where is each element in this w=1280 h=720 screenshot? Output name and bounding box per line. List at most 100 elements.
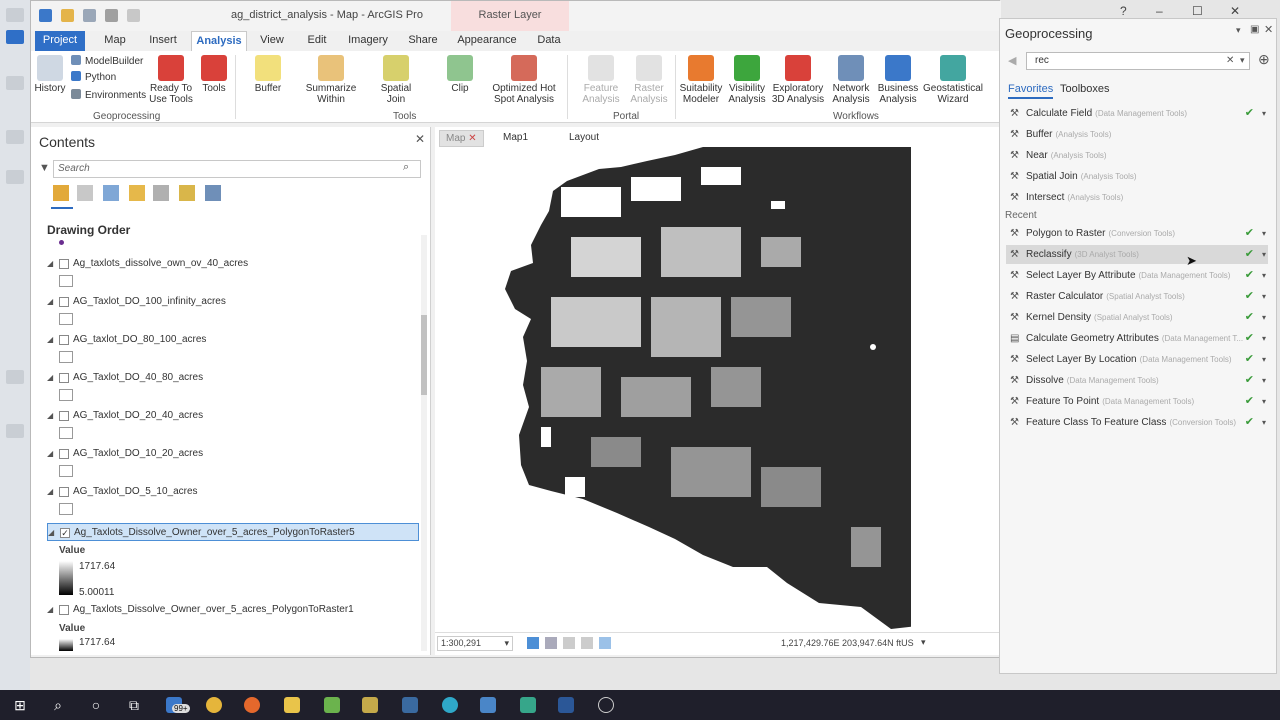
context-tab-raster-layer[interactable]: Raster Layer: [451, 1, 569, 31]
expand-icon[interactable]: ◢: [47, 293, 57, 311]
layer-item[interactable]: ◢ AG_Taxlot_DO_5_10_acres: [47, 483, 419, 501]
layer-visibility-checkbox[interactable]: [59, 605, 69, 615]
app-icon[interactable]: [324, 697, 340, 713]
chevron-down-icon[interactable]: ▾: [1262, 329, 1266, 348]
back-icon[interactable]: ◀: [1008, 54, 1016, 67]
tab-analysis[interactable]: Analysis: [191, 31, 247, 51]
tool-item[interactable]: ⚒ Buffer (Analysis Tools): [1006, 125, 1268, 144]
scroll-thumb[interactable]: [421, 315, 427, 395]
map-tab-layout[interactable]: Layout: [563, 130, 605, 147]
close-icon[interactable]: ✕: [415, 132, 425, 146]
chevron-down-icon[interactable]: ▾: [1262, 245, 1266, 264]
arcgis-icon[interactable]: [402, 697, 418, 713]
python-button[interactable]: Python: [71, 71, 116, 85]
app-icon[interactable]: [362, 697, 378, 713]
map-canvas[interactable]: [471, 147, 911, 629]
layer-symbol[interactable]: [59, 351, 73, 363]
maximize-icon[interactable]: ☐: [1192, 4, 1203, 18]
tab-data[interactable]: Data: [529, 31, 569, 51]
visibility-analysis-button[interactable]: Visibility Analysis: [725, 55, 769, 105]
tool-item[interactable]: ⚒ Polygon to Raster (Conversion Tools) ✔ ▾: [1006, 224, 1268, 243]
tool-item[interactable]: ▤ Calculate Geometry Attributes (Data Mana…: [1006, 329, 1268, 348]
layer-symbol[interactable]: [59, 465, 73, 477]
chevron-down-icon[interactable]: ▾: [1262, 266, 1266, 285]
tab-project[interactable]: Project: [35, 31, 85, 51]
undo-icon[interactable]: [105, 9, 118, 22]
chevron-down-icon[interactable]: ▾: [1262, 392, 1266, 411]
fixed-zoom-icon[interactable]: [545, 637, 557, 649]
windows-start-icon[interactable]: ⊞: [12, 697, 28, 713]
spatial-join-button[interactable]: Spatial Join: [371, 55, 421, 105]
pan-icon[interactable]: [581, 637, 593, 649]
tab-appearance[interactable]: Appearance: [453, 31, 521, 51]
layer-item[interactable]: ◢ Ag_Taxlots_Dissolve_Owner_over_5_acres_…: [47, 601, 419, 619]
ready-to-use-tools-button[interactable]: Ready To Use Tools: [147, 55, 195, 105]
word-icon[interactable]: [558, 697, 574, 713]
tool-item[interactable]: ⚒ Feature To Point (Data Management Tools)…: [1006, 392, 1268, 411]
feature-analysis-button[interactable]: Feature Analysis: [579, 55, 623, 105]
chevron-down-icon[interactable]: ▾: [1262, 413, 1266, 432]
expand-icon[interactable]: ◢: [47, 255, 57, 273]
grid-icon[interactable]: [527, 637, 539, 649]
layer-item-selected[interactable]: ◢ ✓ Ag_Taxlots_Dissolve_Owner_over_5_acres…: [47, 523, 419, 541]
chevron-down-icon[interactable]: ▾: [1262, 308, 1266, 327]
buffer-button[interactable]: Buffer: [247, 55, 289, 94]
history-button[interactable]: History: [33, 55, 67, 94]
tool-item[interactable]: ⚒ Dissolve (Data Management Tools) ✔ ▾: [1006, 371, 1268, 390]
summarize-within-button[interactable]: Summarize Within: [303, 55, 359, 105]
list-by-perspective-icon[interactable]: [205, 185, 221, 201]
layer-item[interactable]: ◢ AG_taxlot_DO_80_100_acres: [47, 331, 419, 349]
chevron-down-icon[interactable]: ▾: [1236, 25, 1241, 36]
chevron-down-icon[interactable]: ▾: [1262, 371, 1266, 390]
exploratory-3d-button[interactable]: Exploratory 3D Analysis: [771, 55, 825, 105]
app-icon[interactable]: [520, 697, 536, 713]
list-by-selection-icon[interactable]: [103, 185, 119, 201]
pause-draw-icon[interactable]: [599, 637, 611, 649]
tool-item[interactable]: ⚒ Kernel Density (Spatial Analyst Tools) ✔ ▾: [1006, 308, 1268, 327]
layer-visibility-checkbox[interactable]: [59, 487, 69, 497]
tool-item[interactable]: ⚒ Feature Class To Feature Class (Conversi…: [1006, 413, 1268, 432]
chevron-down-icon[interactable]: ▾: [1262, 224, 1266, 243]
tab-imagery[interactable]: Imagery: [343, 31, 393, 51]
layer-visibility-checkbox[interactable]: [59, 259, 69, 269]
add-icon[interactable]: ⊕: [1258, 51, 1270, 68]
layer-visibility-checkbox[interactable]: [59, 449, 69, 459]
color-ramp[interactable]: [59, 561, 73, 595]
tool-item-highlighted[interactable]: ⚒ Reclassify (3D Analyst Tools) ✔ ▾: [1006, 245, 1268, 264]
tab-toolboxes[interactable]: Toolboxes: [1060, 83, 1110, 95]
tool-item[interactable]: ⚒ Spatial Join (Analysis Tools): [1006, 167, 1268, 186]
expand-icon[interactable]: ◢: [48, 524, 58, 542]
layer-symbol[interactable]: [59, 389, 73, 401]
tool-item[interactable]: ⚒ Intersect (Analysis Tools): [1006, 188, 1268, 207]
expand-icon[interactable]: ◢: [47, 483, 57, 501]
clip-button[interactable]: Clip: [441, 55, 479, 94]
search-icon[interactable]: ⌕: [50, 697, 66, 713]
cortana-icon[interactable]: ○: [88, 697, 104, 713]
suitability-modeler-button[interactable]: Suitability Modeler: [679, 55, 723, 105]
chevron-down-icon[interactable]: ▾: [1262, 287, 1266, 306]
business-analysis-button[interactable]: Business Analysis: [875, 55, 921, 105]
edge-icon[interactable]: [442, 697, 458, 713]
map-tab-map1[interactable]: Map1: [497, 130, 534, 147]
filter-icon[interactable]: ▼: [39, 162, 50, 174]
tool-item[interactable]: ⚒ Raster Calculator (Spatial Analyst Tools…: [1006, 287, 1268, 306]
chevron-down-icon[interactable]: ▾: [1262, 350, 1266, 369]
list-by-snapping-icon[interactable]: [153, 185, 169, 201]
contents-search-input[interactable]: Search: [53, 160, 421, 178]
tool-item[interactable]: ⚒ Select Layer By Location (Data Managemen…: [1006, 350, 1268, 369]
tab-favorites[interactable]: Favorites: [1008, 83, 1054, 99]
layer-visibility-checkbox[interactable]: [59, 411, 69, 421]
layer-visibility-checkbox[interactable]: [59, 297, 69, 307]
task-view-icon[interactable]: ⧉: [126, 697, 142, 713]
expand-icon[interactable]: ◢: [47, 601, 57, 619]
close-icon[interactable]: ✕: [468, 133, 476, 144]
app-icon[interactable]: [598, 697, 614, 713]
clear-search-icon[interactable]: ✕: [1226, 55, 1234, 66]
modelbuilder-button[interactable]: ModelBuilder: [71, 55, 143, 69]
tab-map[interactable]: Map: [95, 31, 135, 51]
list-by-editing-icon[interactable]: [129, 185, 145, 201]
expand-icon[interactable]: ◢: [47, 407, 57, 425]
layer-visibility-checkbox[interactable]: ✓: [60, 528, 70, 538]
minimize-icon[interactable]: –: [1156, 4, 1163, 18]
table-icon[interactable]: [563, 637, 575, 649]
